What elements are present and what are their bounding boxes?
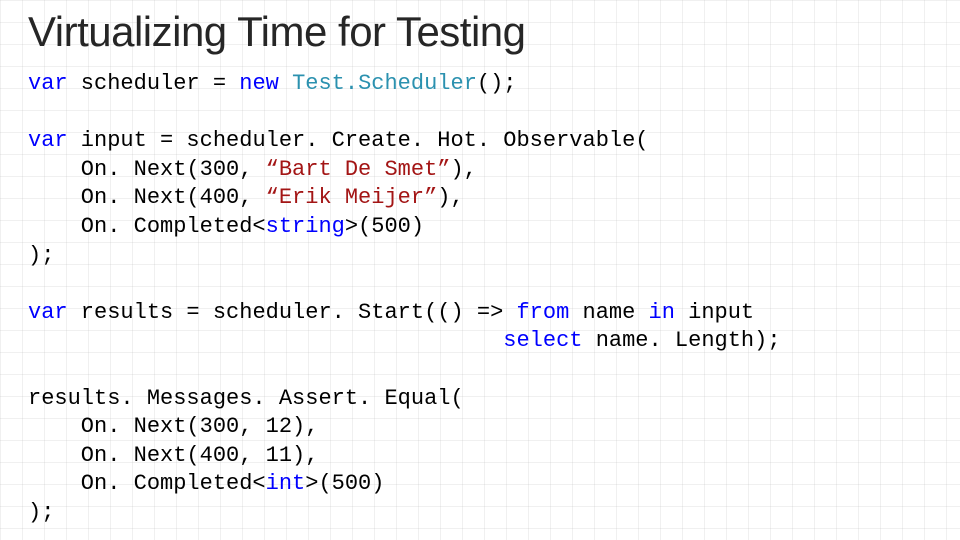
code-text: >(500) (305, 471, 384, 496)
code-text: On. Next(400, (28, 185, 266, 210)
code-text: results = scheduler. Start(() => (68, 300, 517, 325)
keyword-select: select (503, 328, 582, 353)
keyword-var: var (28, 71, 68, 96)
keyword-string: string (266, 214, 345, 239)
code-text: On. Next(300, 12), (28, 414, 318, 439)
code-block: var scheduler = new Test.Scheduler(); va… (28, 70, 932, 528)
code-text: On. Next(400, 11), (28, 443, 318, 468)
code-text: input (675, 300, 754, 325)
code-text: On. Completed< (28, 214, 266, 239)
slide-title: Virtualizing Time for Testing (28, 8, 932, 56)
code-text: ); (28, 500, 54, 525)
keyword-var: var (28, 128, 68, 153)
keyword-in: in (649, 300, 675, 325)
keyword-new: new (239, 71, 279, 96)
code-text: (); (477, 71, 517, 96)
type-testscheduler: Test.Scheduler (292, 71, 477, 96)
keyword-var: var (28, 300, 68, 325)
code-text: On. Next(300, (28, 157, 266, 182)
code-text (28, 328, 503, 353)
string-literal: “Erik Meijer” (266, 185, 438, 210)
code-text: ), (450, 157, 476, 182)
keyword-from: from (516, 300, 569, 325)
code-text: name (569, 300, 648, 325)
code-text: >(500) (345, 214, 424, 239)
code-text: scheduler = (68, 71, 240, 96)
code-text: On. Completed< (28, 471, 266, 496)
string-literal: “Bart De Smet” (266, 157, 451, 182)
code-text: ); (28, 243, 54, 268)
slide-content: Virtualizing Time for Testing var schedu… (0, 0, 960, 528)
code-text: results. Messages. Assert. Equal( (28, 386, 464, 411)
keyword-int: int (266, 471, 306, 496)
code-text: input = scheduler. Create. Hot. Observab… (68, 128, 649, 153)
code-text: ), (437, 185, 463, 210)
code-text: name. Length); (583, 328, 781, 353)
